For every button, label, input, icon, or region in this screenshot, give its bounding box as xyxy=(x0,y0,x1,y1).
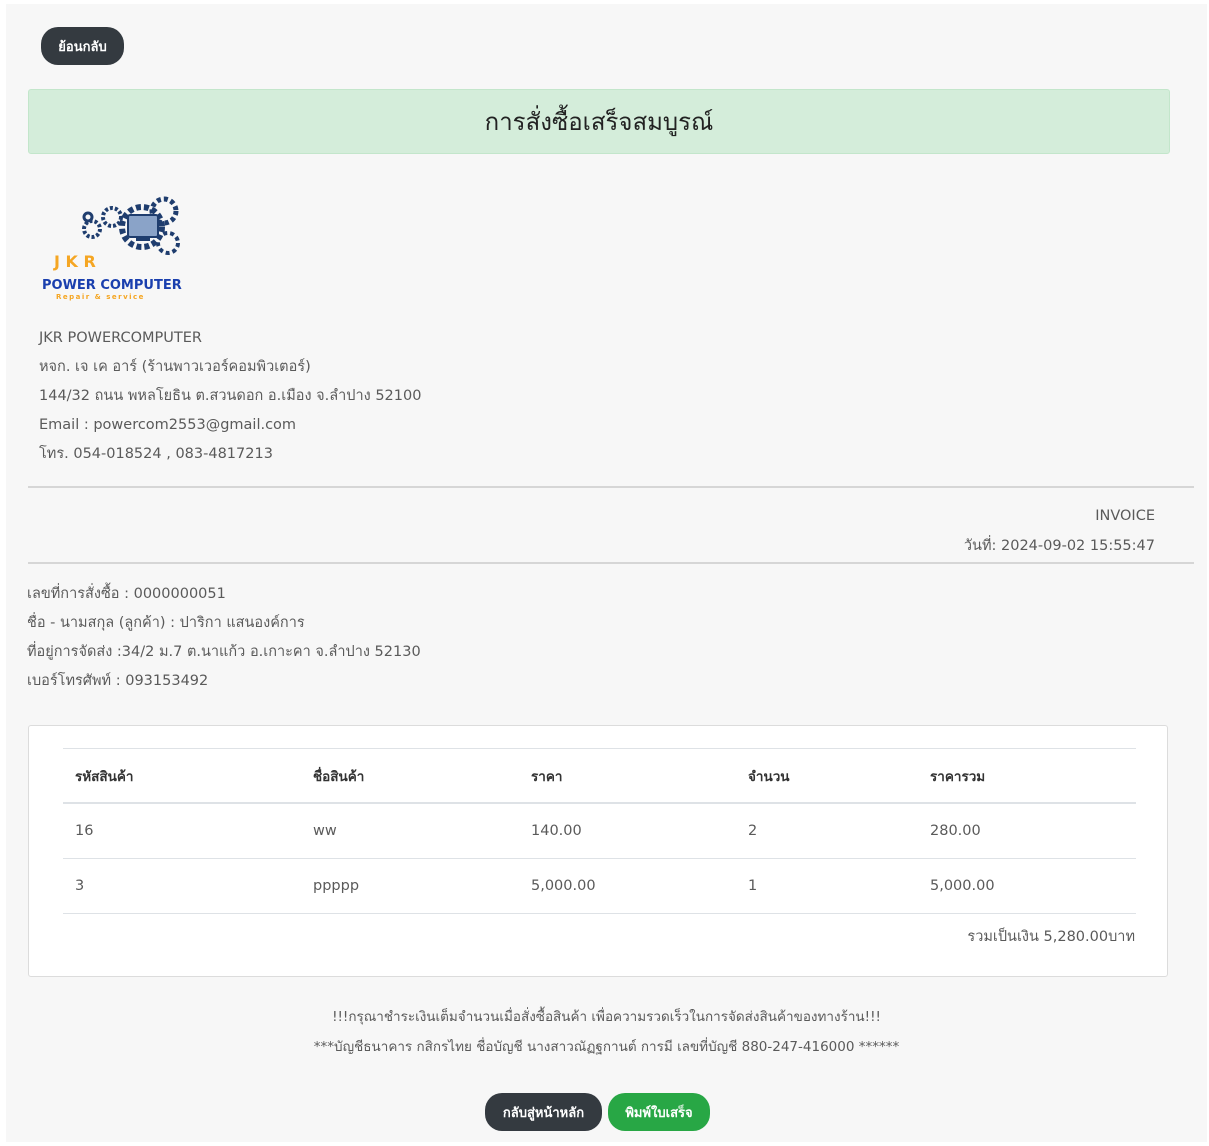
header-product-code: รหัสสินค้า xyxy=(63,748,301,804)
payment-notice: !!!กรุณาชำระเงินเต็มจำนวนเมื่อสั่งซื้อสิ… xyxy=(332,1009,881,1025)
payment-notes: !!!กรุณาชำระเงินเต็มจำนวนเมื่อสั่งซื้อสิ… xyxy=(6,1002,1207,1062)
cell-quantity: 2 xyxy=(736,803,918,859)
shop-info: JKR POWERCOMPUTER หจก. เจ เค อาร์ (ร้านพ… xyxy=(39,324,421,469)
logo-name: POWER COMPUTER xyxy=(42,278,182,293)
gear-cluster-icon xyxy=(82,196,180,255)
header-quantity: จำนวน xyxy=(736,748,918,804)
cell-price: 140.00 xyxy=(519,803,736,859)
order-number: เลขที่การสั่งซื้อ : 0000000051 xyxy=(27,586,226,602)
table-header-row: รหัสสินค้า ชื่อสินค้า ราคา จำนวน ราคารวม xyxy=(63,748,1136,804)
logo-tagline: Repair & service xyxy=(56,293,145,301)
invoice-header: INVOICE วันที่: 2024-09-02 15:55:47 xyxy=(964,501,1155,561)
cell-price: 5,000.00 xyxy=(519,858,736,914)
cell-quantity: 1 xyxy=(736,858,918,914)
cell-product-code: 3 xyxy=(63,858,301,914)
shop-email: Email : powercom2553@gmail.com xyxy=(39,417,297,433)
back-to-home-button[interactable]: กลับสู่หน้าหลัก xyxy=(485,1093,602,1131)
cell-product-name: ppppp xyxy=(301,858,519,914)
customer-info: เลขที่การสั่งซื้อ : 0000000051 ชื่อ - นา… xyxy=(27,580,421,696)
header-line-total: ราคารวม xyxy=(918,748,1136,804)
shop-address: 144/32 ถนน พหลโยธิน ต.สวนดอก อ.เมือง จ.ล… xyxy=(39,388,422,404)
invoice-title: INVOICE xyxy=(1095,508,1155,524)
cell-product-code: 16 xyxy=(63,803,301,859)
shop-phone: โทร. 054-018524 , 083-4817213 xyxy=(39,446,273,462)
cell-line-total: 280.00 xyxy=(918,803,1136,859)
table-row: 3 ppppp 5,000.00 1 5,000.00 xyxy=(63,858,1136,914)
order-total: รวมเป็นเงิน 5,280.00บาท xyxy=(967,929,1135,945)
bank-account-info: ***บัญชีธนาคาร กสิกรไทย ชื่อบัญชี นางสาว… xyxy=(313,1039,900,1055)
back-button[interactable]: ย้อนกลับ xyxy=(41,27,124,65)
cell-line-total: 5,000.00 xyxy=(918,858,1136,914)
order-items-card: รหัสสินค้า ชื่อสินค้า ราคา จำนวน ราคารวม… xyxy=(28,725,1168,977)
divider xyxy=(28,486,1194,488)
order-items-table: รหัสสินค้า ชื่อสินค้า ราคา จำนวน ราคารวม… xyxy=(63,748,1136,914)
invoice-date: วันที่: 2024-09-02 15:55:47 xyxy=(963,538,1155,554)
cell-product-name: ww xyxy=(301,803,519,859)
customer-name: ชื่อ - นามสกุล (ลูกค้า) : ปาริกา แสนองค์… xyxy=(27,615,305,631)
header-product-name: ชื่อสินค้า xyxy=(301,748,519,804)
shop-logo: J K R POWER COMPUTER Repair & service xyxy=(42,196,182,301)
table-row: 16 ww 140.00 2 280.00 xyxy=(63,803,1136,859)
success-message: การสั่งซื้อเสร็จสมบูรณ์ xyxy=(484,108,714,136)
logo-letters: J K R xyxy=(53,252,96,271)
divider xyxy=(28,562,1194,564)
order-success-banner: การสั่งซื้อเสร็จสมบูรณ์ xyxy=(28,89,1170,154)
header-price: ราคา xyxy=(519,748,736,804)
print-receipt-button[interactable]: พิมพ์ใบเสร็จ xyxy=(608,1093,710,1131)
customer-phone: เบอร์โทรศัพท์ : 093153492 xyxy=(27,673,209,689)
order-complete-page: ย้อนกลับ การสั่งซื้อเสร็จสมบูรณ์ J K R P… xyxy=(6,4,1207,1142)
shipping-address: ที่อยู่การจัดส่ง :34/2 ม.7 ต.นาแก้ว อ.เก… xyxy=(27,644,421,660)
shop-name: JKR POWERCOMPUTER xyxy=(39,330,202,346)
shop-legal-name: หจก. เจ เค อาร์ (ร้านพาวเวอร์คอมพิวเตอร์… xyxy=(39,359,311,375)
